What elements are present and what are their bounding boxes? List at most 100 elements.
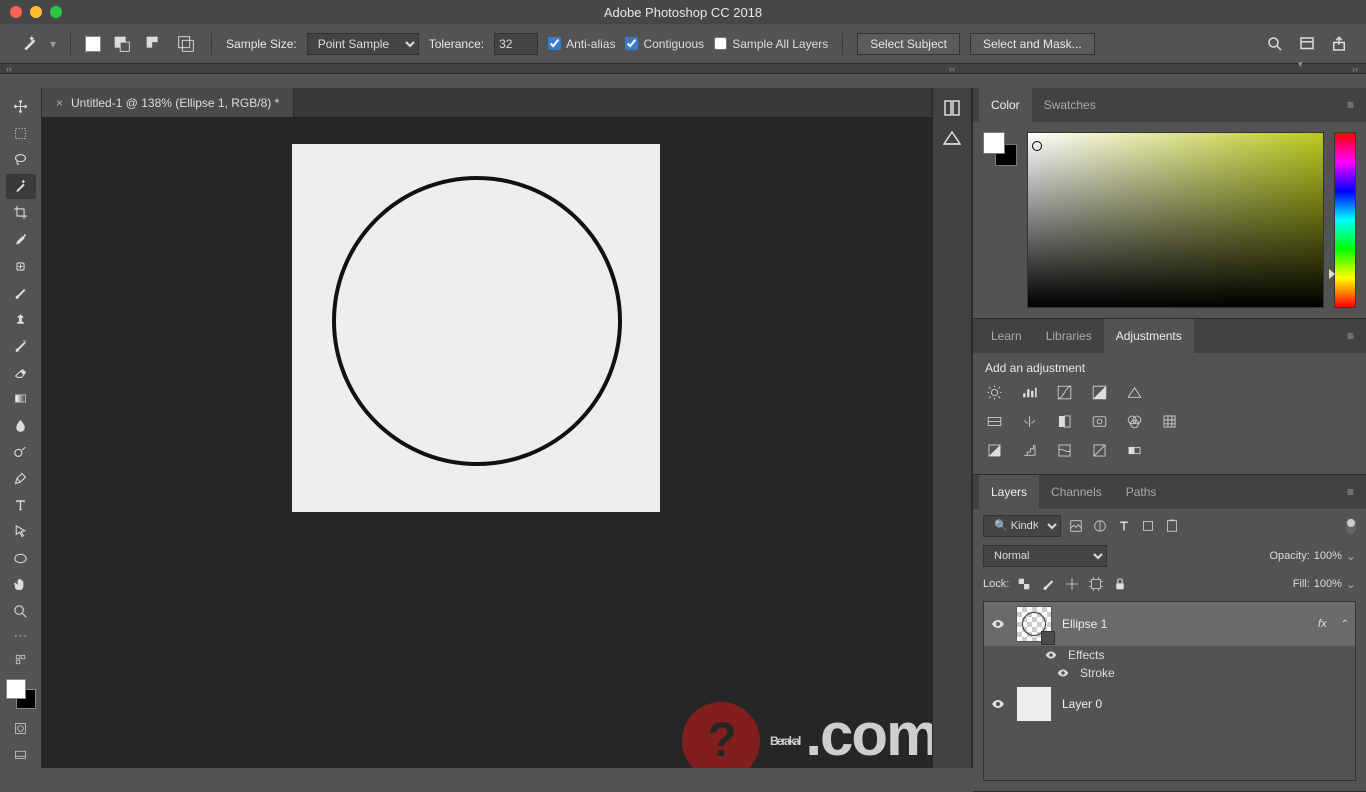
quick-mask-icon[interactable]	[6, 716, 36, 742]
magic-wand-tool[interactable]	[6, 174, 36, 200]
layer-name[interactable]: Ellipse 1	[1062, 617, 1308, 631]
visibility-icon[interactable]	[1044, 648, 1058, 662]
opacity-dropdown-icon[interactable]: ⌄	[1346, 549, 1356, 563]
add-selection-icon[interactable]	[111, 33, 133, 55]
workspace-switcher-icon[interactable]: ▾	[1298, 35, 1316, 53]
sample-size-select[interactable]: Point Sample	[307, 33, 419, 55]
blend-mode-select[interactable]: Normal	[983, 545, 1107, 567]
libraries-tab[interactable]: Libraries	[1034, 319, 1104, 353]
zoom-tool[interactable]	[6, 598, 36, 624]
healing-brush-tool[interactable]	[6, 253, 36, 279]
intersect-selection-icon[interactable]	[175, 33, 197, 55]
panel-menu-icon[interactable]: ≡	[1341, 485, 1360, 499]
filter-type-icon[interactable]	[1115, 517, 1133, 535]
filter-adjustment-icon[interactable]	[1091, 517, 1109, 535]
layer-name[interactable]: Layer 0	[1062, 697, 1349, 711]
color-balance-icon[interactable]	[1020, 412, 1039, 431]
levels-icon[interactable]	[1020, 383, 1039, 402]
minimize-window[interactable]	[30, 6, 42, 18]
color-lookup-icon[interactable]	[1160, 412, 1179, 431]
panels-collapse-icon[interactable]: ››	[972, 64, 1366, 73]
hue-slider[interactable]	[1334, 132, 1356, 308]
canvas[interactable]	[292, 144, 660, 512]
filter-pixel-icon[interactable]	[1067, 517, 1085, 535]
filter-shape-icon[interactable]	[1139, 517, 1157, 535]
blur-tool[interactable]	[6, 413, 36, 439]
lasso-tool[interactable]	[6, 147, 36, 173]
paths-tab[interactable]: Paths	[1114, 475, 1169, 509]
hand-tool[interactable]	[6, 572, 36, 598]
invert-icon[interactable]	[985, 441, 1004, 460]
magic-wand-icon[interactable]	[18, 33, 40, 55]
selective-color-icon[interactable]	[1090, 441, 1109, 460]
layer-effects-row[interactable]: Effects	[984, 646, 1355, 664]
history-brush-tool[interactable]	[6, 333, 36, 359]
tolerance-input[interactable]	[494, 33, 538, 55]
threshold-icon[interactable]	[1055, 441, 1074, 460]
layer-stroke-row[interactable]: Stroke	[984, 664, 1355, 682]
type-tool[interactable]	[6, 492, 36, 518]
screen-mode-icon[interactable]	[6, 743, 36, 769]
document-tab[interactable]: × Untitled-1 @ 138% (Ellipse 1, RGB/8) *	[42, 88, 294, 117]
color-tab[interactable]: Color	[979, 88, 1032, 122]
visibility-icon[interactable]	[990, 696, 1006, 712]
dock-collapse-icon[interactable]: ‹‹	[932, 64, 972, 73]
properties-panel-icon[interactable]	[940, 126, 964, 150]
visibility-icon[interactable]	[1056, 666, 1070, 680]
lock-paint-icon[interactable]	[1039, 575, 1057, 593]
hue-sat-icon[interactable]	[985, 412, 1004, 431]
exposure-icon[interactable]	[1090, 383, 1109, 402]
opacity-value[interactable]: 100%	[1314, 550, 1342, 562]
clone-stamp-tool[interactable]	[6, 306, 36, 332]
adjustments-tab[interactable]: Adjustments	[1104, 319, 1194, 353]
foreground-background-swatch[interactable]	[6, 679, 36, 708]
panel-menu-icon[interactable]: ≡	[1341, 329, 1360, 343]
tool-overflow-icon[interactable]: ⋯	[14, 627, 28, 644]
move-tool[interactable]	[6, 94, 36, 120]
gradient-tool[interactable]	[6, 386, 36, 412]
lock-position-icon[interactable]	[1063, 575, 1081, 593]
eraser-tool[interactable]	[6, 359, 36, 385]
layer-thumbnail[interactable]	[1016, 686, 1052, 722]
color-field[interactable]	[1027, 132, 1324, 308]
filter-smart-icon[interactable]	[1163, 517, 1181, 535]
filter-toggle[interactable]	[1346, 518, 1356, 534]
anti-alias-checkbox[interactable]: Anti-alias	[548, 37, 615, 51]
search-icon[interactable]	[1266, 35, 1284, 53]
visibility-icon[interactable]	[990, 616, 1006, 632]
photo-filter-icon[interactable]	[1090, 412, 1109, 431]
lock-artboard-icon[interactable]	[1087, 575, 1105, 593]
swatches-tab[interactable]: Swatches	[1032, 88, 1108, 122]
posterize-icon[interactable]	[1020, 441, 1039, 460]
toolbar-collapse-icon[interactable]: ‹‹	[0, 64, 18, 73]
dodge-tool[interactable]	[6, 439, 36, 465]
edit-toolbar-icon[interactable]	[6, 647, 36, 673]
subtract-selection-icon[interactable]	[143, 33, 165, 55]
collapse-effects-icon[interactable]: ⌃	[1341, 619, 1349, 630]
layer-layer-0[interactable]: Layer 0	[984, 682, 1355, 726]
select-subject-button[interactable]: Select Subject	[857, 33, 960, 55]
panel-menu-icon[interactable]: ≡	[1341, 98, 1360, 112]
lock-all-icon[interactable]	[1111, 575, 1129, 593]
select-and-mask-button[interactable]: Select and Mask...	[970, 33, 1095, 55]
channel-mixer-icon[interactable]	[1125, 412, 1144, 431]
maximize-window[interactable]	[50, 6, 62, 18]
black-white-icon[interactable]	[1055, 412, 1074, 431]
contiguous-checkbox[interactable]: Contiguous	[625, 37, 704, 51]
layers-tab[interactable]: Layers	[979, 475, 1039, 509]
canvas-viewport[interactable]: ? Berakal.com	[42, 118, 932, 768]
eyedropper-tool[interactable]	[6, 227, 36, 253]
close-tab-icon[interactable]: ×	[56, 96, 63, 110]
path-selection-tool[interactable]	[6, 519, 36, 545]
fill-value[interactable]: 100%	[1314, 578, 1342, 590]
lock-transparency-icon[interactable]	[1015, 575, 1033, 593]
fx-badge[interactable]: fx	[1318, 618, 1327, 630]
vibrance-icon[interactable]	[1125, 383, 1144, 402]
sample-all-layers-checkbox[interactable]: Sample All Layers	[714, 37, 828, 51]
layer-thumbnail[interactable]	[1016, 606, 1052, 642]
crop-tool[interactable]	[6, 200, 36, 226]
history-panel-icon[interactable]	[940, 96, 964, 120]
curves-icon[interactable]	[1055, 383, 1074, 402]
layer-filter-select[interactable]: 🔍 KindKind	[983, 515, 1061, 537]
layer-ellipse-1[interactable]: Ellipse 1 fx ⌃	[984, 602, 1355, 646]
